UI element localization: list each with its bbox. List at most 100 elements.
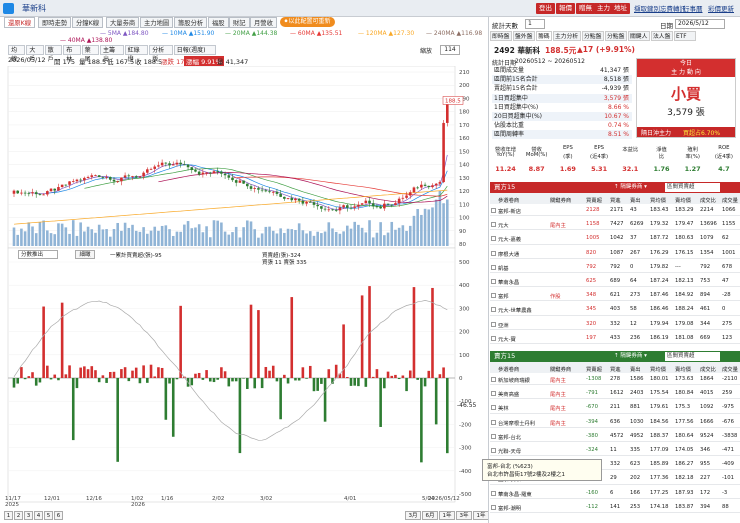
net-buy-bar <box>253 378 257 389</box>
right-tab-5[interactable]: 分點盤 <box>605 31 627 41</box>
broker-row[interactable]: 凱基 792 792 0 179.82 --- 792 678 <box>490 261 740 274</box>
broker-row[interactable]: 元大 尾內主 1158 7427 6269 179.32 179.47 13696 1155 <box>490 218 740 231</box>
broker-row[interactable]: 富邦 作股 348 621 273 187.46 184.92 894 -28 <box>490 289 740 302</box>
indicator-select[interactable]: 分數推出 <box>18 250 58 259</box>
right-tab-1[interactable]: 盤外盤 <box>513 31 535 41</box>
toolbar-btn-2[interactable]: 散戶 <box>44 45 63 63</box>
buy-subtitle[interactable]: ↑ 隔鍵券商 ▾ <box>614 182 647 193</box>
row-checkbox[interactable] <box>491 335 496 341</box>
page-2[interactable]: 2 <box>14 511 23 520</box>
tab-1[interactable]: 即時走勢 <box>38 17 72 28</box>
right-tab-8[interactable]: ETF <box>674 31 696 41</box>
broker-row[interactable]: 美林 尾內主 -670 211 881 179.61 175.3 1092 -975 <box>490 401 740 414</box>
toolbar-btn-8[interactable]: 日報(週度) <box>173 45 216 55</box>
top-button-1[interactable]: 報價 <box>556 3 575 14</box>
broker-row[interactable]: 摩根大通 820 1087 267 176.29 176.15 1354 1001 <box>490 247 740 259</box>
row-checkbox[interactable] <box>491 405 496 411</box>
metric-header: 率(%) <box>685 153 700 160</box>
row-checkbox[interactable] <box>491 504 496 510</box>
right-tab-2[interactable]: 籌碼 <box>536 31 552 41</box>
row-checkbox[interactable] <box>491 448 496 453</box>
top-link-0[interactable]: 擷取鍵別 <box>634 3 660 13</box>
top-button-2[interactable]: 贈無 <box>576 3 595 14</box>
period-btn-1[interactable]: 6月 <box>422 511 438 520</box>
page-6[interactable]: 6 <box>54 511 63 520</box>
tab-3[interactable]: 大量劵商 <box>106 17 140 28</box>
tab-8[interactable]: 月營收 <box>250 17 277 28</box>
broker-row[interactable]: 新加坡商瑞銀 尾內主 -1308 278 1586 180.01 173.63 1864 -21… <box>490 373 740 386</box>
period-btn-3[interactable]: 3年 <box>456 511 472 520</box>
toolbar-btn-6[interactable]: 紅綠燈 <box>124 45 149 63</box>
sell-dropdown[interactable]: 區間買賣超 <box>665 352 720 361</box>
row-checkbox[interactable] <box>491 236 496 242</box>
period-btn-2[interactable]: 1年 <box>439 511 455 520</box>
row-checkbox[interactable] <box>491 250 496 256</box>
period-btn-4[interactable]: 1年 <box>473 511 489 520</box>
row-checkbox[interactable] <box>491 490 496 496</box>
toolbar-btn-4[interactable]: 葉尾 <box>81 45 99 63</box>
net-buy-bar <box>205 370 208 378</box>
toolbar-btn-5[interactable]: 主籌出 <box>100 45 124 63</box>
broker-row[interactable]: 華南永昌 625 689 64 187.24 182.13 753 47 <box>490 275 740 288</box>
row-checkbox[interactable] <box>491 321 496 327</box>
right-tab-0[interactable]: 即時盤 <box>490 31 512 41</box>
right-tab-4[interactable]: 分點盤 <box>582 31 604 41</box>
broker-row[interactable]: 富邦-台北 -380 4572 4952 188.37 180.64 9524 -3838 <box>490 430 740 443</box>
toolbar-btn-1[interactable]: 大戶 <box>26 45 44 63</box>
config-chip[interactable]: ⚫以此配置可重新 <box>279 17 335 27</box>
detail-button[interactable]: 細瞰 <box>75 250 95 259</box>
tab-6[interactable]: 福股 <box>208 17 229 28</box>
right-tab-6[interactable]: 關鍵人 <box>628 31 650 41</box>
sell-subtitle[interactable]: ↑ 隔鍵券商 ▾ <box>614 351 647 362</box>
top-link-2[interactable]: 行事曆 <box>683 3 703 13</box>
row-checkbox[interactable] <box>491 307 496 313</box>
candle-body <box>290 198 294 201</box>
row-checkbox[interactable] <box>491 264 496 270</box>
row-checkbox[interactable] <box>491 279 496 284</box>
period-btn-0[interactable]: 3月 <box>405 511 421 520</box>
top-button-0[interactable]: 登出 <box>536 3 555 14</box>
toolbar-btn-0[interactable]: 均線 <box>8 45 26 63</box>
row-checkbox[interactable] <box>491 377 496 382</box>
cell: 58 <box>630 306 637 313</box>
zoom-input[interactable]: 114 <box>440 45 460 55</box>
row-checkbox[interactable] <box>491 208 496 213</box>
broker-row[interactable]: 元大-世華農鑫 345 403 58 186.46 188.24 461 0 <box>490 303 740 316</box>
cell: 摩根大通 <box>498 251 520 258</box>
row-checkbox[interactable] <box>491 293 496 299</box>
period-input[interactable]: 1 <box>525 19 545 29</box>
page-5[interactable]: 5 <box>44 511 53 520</box>
right-tab-3[interactable]: 主力分析 <box>553 31 581 41</box>
date-input[interactable]: 2026/5/12 <box>675 19 725 29</box>
volume-bar <box>68 233 71 246</box>
broker-row[interactable]: 元大-嘉義 1005 1042 37 187.72 180.63 1079 62 <box>490 232 740 245</box>
tab-7[interactable]: 財記 <box>229 17 250 28</box>
row-checkbox[interactable] <box>491 433 496 439</box>
toolbar-btn-7[interactable]: 分析版 <box>149 45 173 63</box>
broker-row[interactable]: 元大-寶 197 433 236 186.19 181.08 669 123 <box>490 332 740 345</box>
top-button-4[interactable]: 地址 <box>611 3 630 14</box>
top-link-3[interactable]: 彩價更新 <box>708 3 734 13</box>
row-checkbox[interactable] <box>491 391 496 397</box>
broker-row[interactable]: 台灣摩根士丹利 尾內主 -394 636 1030 184.56 177.56 1666 -67… <box>490 416 740 428</box>
toolbar-btn-3[interactable]: 布林 <box>63 45 81 63</box>
tab-0[interactable]: 還原K線 <box>4 17 36 28</box>
broker-row[interactable]: 光聯-天母 -324 11 335 177.09 174.05 346 -471 <box>490 444 740 457</box>
broker-row[interactable]: 亞洲 320 332 12 179.94 179.08 344 275 <box>490 318 740 330</box>
tab-2[interactable]: 分鐘K線 <box>72 17 104 28</box>
page-4[interactable]: 4 <box>34 511 43 520</box>
right-tab-7[interactable]: 法人盤 <box>651 31 673 41</box>
buy-dropdown[interactable]: 區間買賣超 <box>665 183 720 192</box>
broker-row[interactable]: 富邦-潮明 -112 141 253 174.18 183.87 394 88 <box>490 501 740 514</box>
row-checkbox[interactable] <box>491 222 496 228</box>
broker-row[interactable]: 美商高盛 尾內主 -791 1612 2403 175.54 180.84 4015 259 <box>490 387 740 400</box>
page-3[interactable]: 3 <box>24 511 33 520</box>
page-1[interactable]: 1 <box>4 511 13 520</box>
row-checkbox[interactable] <box>491 419 496 425</box>
broker-row[interactable]: 華南永昌-羅東 -160 6 166 177.25 187.93 172 -3 <box>490 487 740 499</box>
price-chart[interactable]: 2102001901801701601501401301201101009080… <box>0 66 487 511</box>
tab-5[interactable]: 籌股分析 <box>174 17 208 28</box>
tab-4[interactable]: 主力地圖 <box>140 17 174 28</box>
price-axis-label: 200 <box>459 83 470 89</box>
broker-row[interactable]: 富邦-新店 2128 2171 43 183.43 183.29 2214 1066 <box>490 204 740 217</box>
